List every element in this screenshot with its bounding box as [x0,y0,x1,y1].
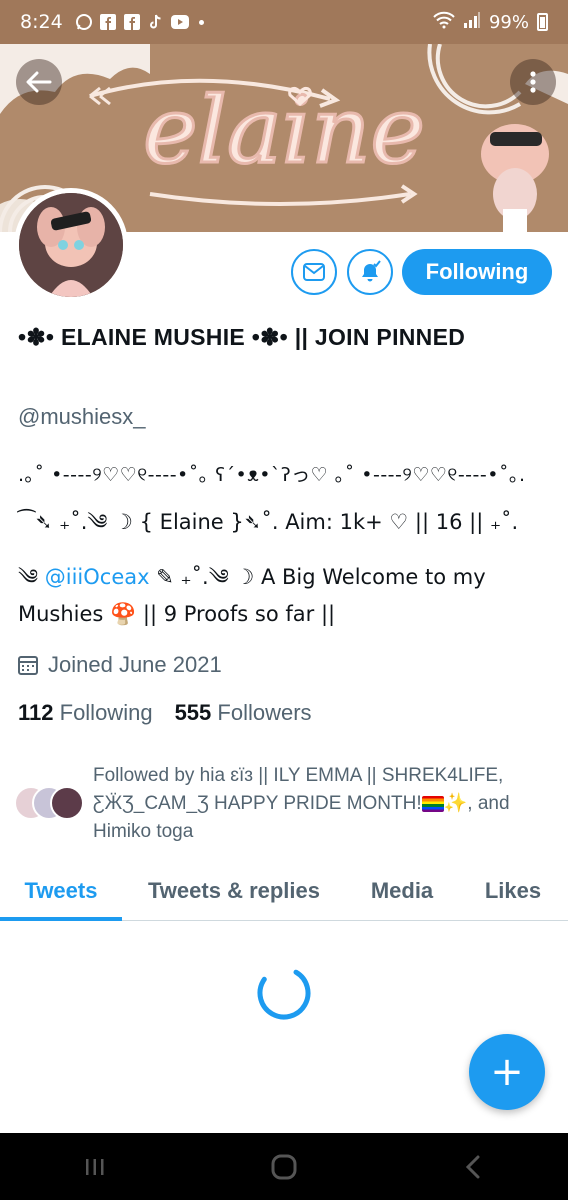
following-button[interactable]: Following [402,249,552,295]
tab-tweets-replies[interactable]: Tweets & replies [122,862,346,920]
bio-text: ༄ [18,565,45,589]
notification-dot [198,19,204,25]
display-name: •✽• ELAINE MUSHIE •✽• || JOIN PINNED [18,324,466,350]
bio-text: ✎ ₊˚.༄ ☽ A Big Welcome to my [149,565,486,589]
back-nav-button[interactable] [443,1147,503,1187]
battery-percent: 99% [488,11,529,33]
recent-apps-button[interactable] [65,1147,125,1187]
mutual-avatars [14,786,90,822]
follow-stats: 112 Following 555 Followers [18,700,312,726]
followed-by-text: Followed by hia ɛïɜ || ILY EMMA || SHREK… [93,762,554,846]
facebook-icon [123,13,141,31]
loading-spinner [257,966,311,1020]
following-count: 112 [18,700,54,725]
tiktok-icon [147,13,165,31]
bio-mention-link[interactable]: @iiiOceax [45,565,150,589]
bio-line: Mushies 🍄 || 9 Proofs so far || [18,602,336,626]
whatsapp-icon [75,13,93,31]
rainbow-flag-icon [421,795,444,812]
followers-count: 555 [174,700,212,725]
youtube-icon [170,13,189,31]
tab-likes[interactable]: Likes [458,862,568,920]
battery-icon [537,13,548,31]
recent-apps-icon [85,1158,104,1175]
calendar-icon [18,656,38,675]
tab-tweets[interactable]: Tweets [0,862,122,921]
following-label: Following [59,700,153,725]
bio-line: .｡˚ •----୨♡♡୧----•˚｡ ʕ´•ᴥ•`ʔっ♡ ｡˚ •----୨… [18,464,526,486]
back-button[interactable] [16,59,62,105]
wifi-icon [433,11,455,34]
facebook-icon [99,13,117,31]
status-time: 8:24 [20,11,63,33]
user-handle: @mushiesx_ [18,404,146,429]
home-icon [271,1154,297,1179]
more-options-button[interactable] [510,59,556,105]
notifications-button[interactable] [347,249,393,295]
joined-date: Joined June 2021 [18,652,222,678]
followed-by[interactable]: Followed by hia ɛïɜ || ILY EMMA || SHREK… [14,762,554,846]
back-chevron-icon [466,1155,480,1178]
mail-icon [303,263,325,281]
followers-label: Followers [217,700,312,725]
status-bar: 8:24 99% [0,0,568,44]
avatar-image [19,193,123,297]
home-button[interactable] [254,1147,314,1187]
arrow-left-icon [26,71,52,93]
more-vertical-icon [530,71,536,93]
followers-link[interactable]: 555 Followers [175,700,312,726]
system-nav-bar [0,1133,568,1200]
compose-tweet-button[interactable]: + [469,1034,545,1110]
bell-check-icon [362,260,381,282]
plus-icon: + [490,1049,524,1095]
signal-icon [463,11,481,34]
profile-avatar[interactable] [14,188,128,302]
tab-media[interactable]: Media [346,862,458,920]
message-button[interactable] [291,249,337,295]
profile-tabs: Tweets Tweets & replies Media Likes [0,862,568,921]
bio-line: ⁀➴ ₊˚.༄ ☽ { Elaine }➴˚. Aim: 1k+ ♡ || 16… [18,510,519,534]
following-link[interactable]: 112 Following [18,700,153,726]
joined-text: Joined June 2021 [48,652,222,677]
banner-title: elaine [143,77,425,184]
avatar [50,786,84,820]
